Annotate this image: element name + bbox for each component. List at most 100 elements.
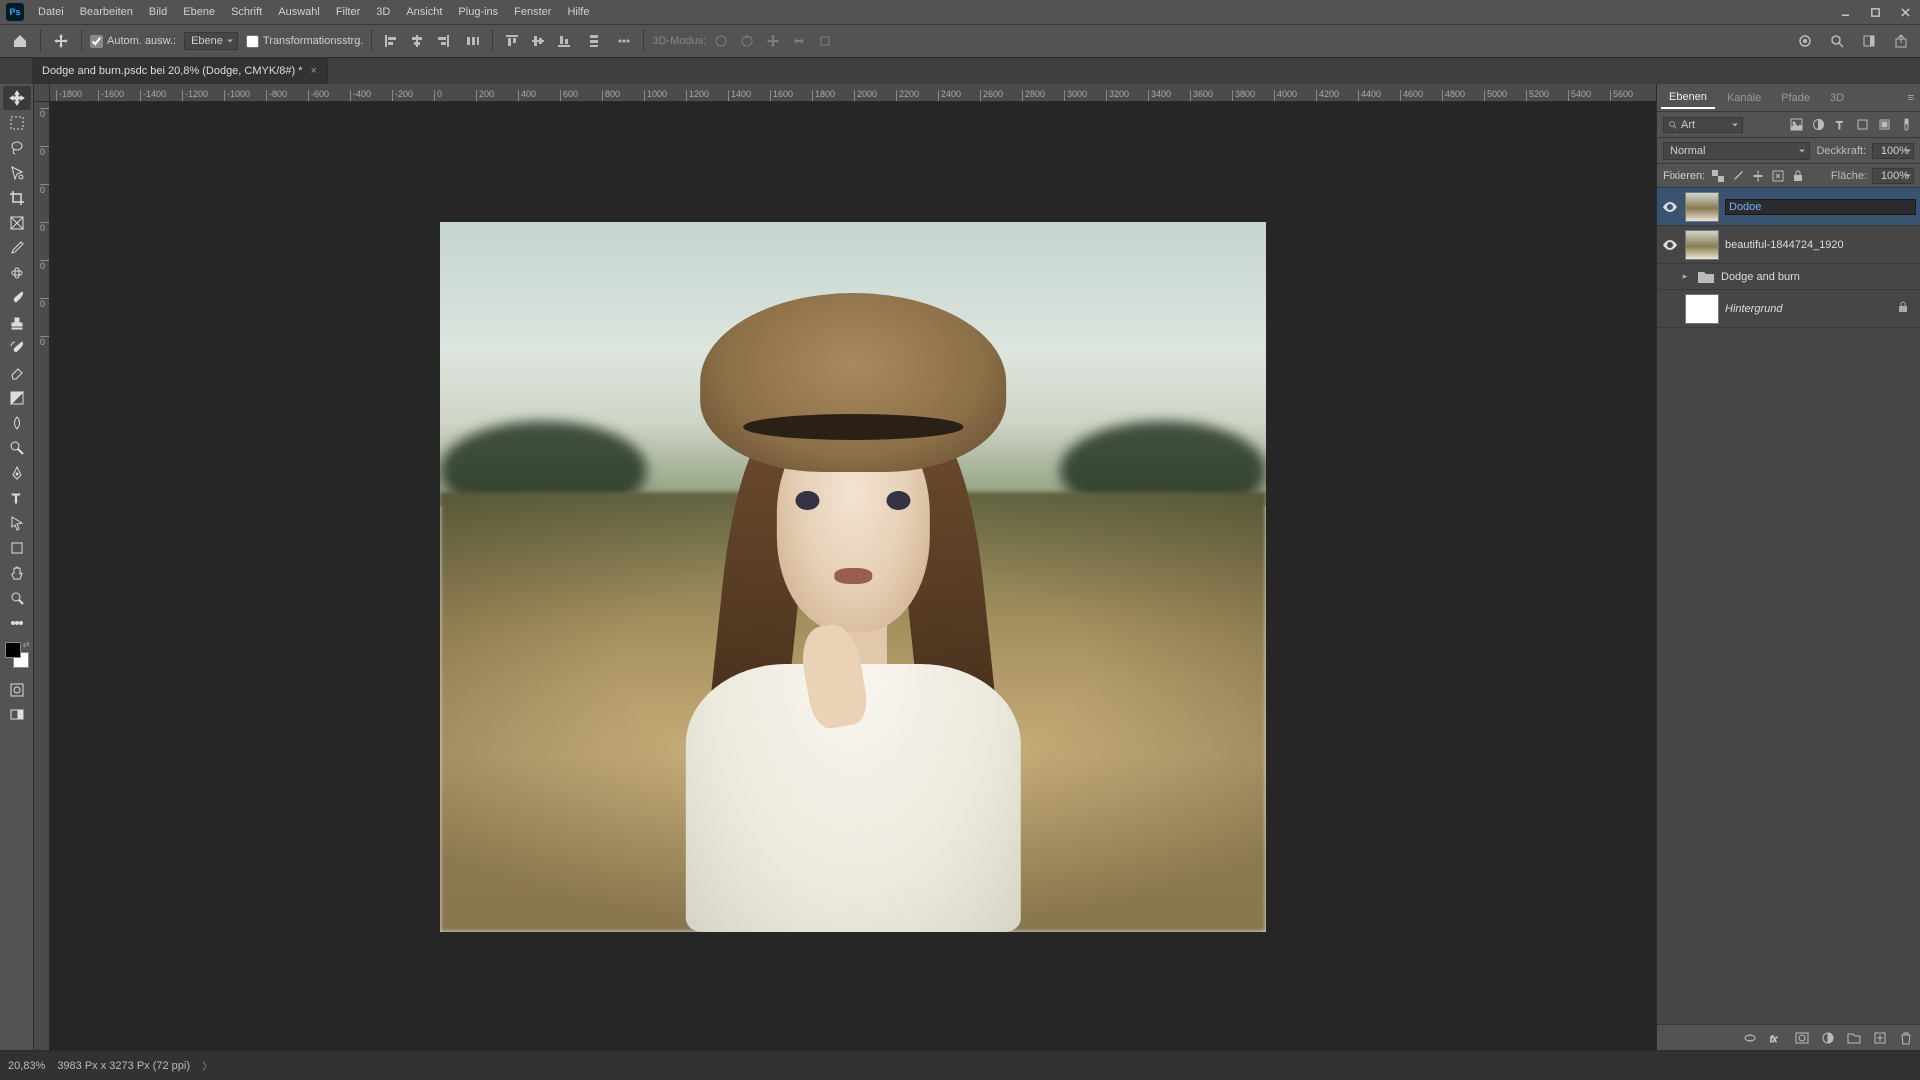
hand-tool[interactable] xyxy=(3,561,31,585)
layer-row-dodge[interactable] xyxy=(1657,188,1920,226)
layer-filter-type-dropdown[interactable]: Art xyxy=(1663,117,1743,133)
type-tool[interactable]: T xyxy=(3,486,31,510)
menu-filter[interactable]: Filter xyxy=(328,0,368,24)
blur-tool[interactable] xyxy=(3,411,31,435)
home-button[interactable] xyxy=(8,29,32,53)
tab-pfade[interactable]: Pfade xyxy=(1773,88,1818,108)
align-left-icon[interactable] xyxy=(380,30,402,52)
quickmask-tool[interactable] xyxy=(3,678,31,702)
menu-hilfe[interactable]: Hilfe xyxy=(559,0,597,24)
crop-tool[interactable] xyxy=(3,186,31,210)
eyedropper-tool[interactable] xyxy=(3,236,31,260)
layers-list[interactable]: beautiful-1844724_1920 ▸ Dodge and burn … xyxy=(1657,188,1920,1024)
menu-bearbeiten[interactable]: Bearbeiten xyxy=(72,0,141,24)
filter-toggle-switch[interactable] xyxy=(1898,117,1914,133)
visibility-toggle[interactable] xyxy=(1661,236,1679,254)
blend-mode-dropdown[interactable]: Normal xyxy=(1663,142,1810,160)
align-center-v-icon[interactable] xyxy=(527,30,549,52)
add-mask-icon[interactable] xyxy=(1794,1030,1810,1046)
shape-tool[interactable] xyxy=(3,536,31,560)
document-tab[interactable]: Dodge and burn.psdc bei 20,8% (Dodge, CM… xyxy=(32,58,328,84)
align-top-icon[interactable] xyxy=(501,30,523,52)
menu-plugins[interactable]: Plug-ins xyxy=(450,0,506,24)
swap-colors-icon[interactable]: ⇄ xyxy=(23,640,30,649)
menu-bild[interactable]: Bild xyxy=(141,0,175,24)
layer-name[interactable]: Hintergrund xyxy=(1725,303,1898,315)
align-right-icon[interactable] xyxy=(432,30,454,52)
new-layer-icon[interactable] xyxy=(1872,1030,1888,1046)
layer-row-hintergrund[interactable]: Hintergrund xyxy=(1657,290,1920,328)
frame-tool[interactable] xyxy=(3,211,31,235)
layer-row-group-dodgeburn[interactable]: ▸ Dodge and burn xyxy=(1657,264,1920,290)
status-more-icon[interactable]: 〉 xyxy=(202,1058,213,1074)
delete-layer-icon[interactable] xyxy=(1898,1030,1914,1046)
distribute-h-icon[interactable] xyxy=(462,30,484,52)
pen-tool[interactable] xyxy=(3,461,31,485)
eraser-tool[interactable] xyxy=(3,361,31,385)
auto-select-target-dropdown[interactable]: Ebene xyxy=(184,32,238,50)
share-icon[interactable] xyxy=(1890,30,1912,52)
visibility-toggle[interactable] xyxy=(1661,198,1679,216)
align-bottom-icon[interactable] xyxy=(553,30,575,52)
brush-tool[interactable] xyxy=(3,286,31,310)
foreground-color[interactable] xyxy=(5,642,21,658)
menu-datei[interactable]: Datei xyxy=(30,0,72,24)
layer-thumbnail[interactable] xyxy=(1685,192,1719,222)
window-maximize[interactable] xyxy=(1860,0,1890,24)
filter-smart-icon[interactable] xyxy=(1876,117,1892,133)
adjustment-layer-icon[interactable] xyxy=(1820,1030,1836,1046)
menu-fenster[interactable]: Fenster xyxy=(506,0,559,24)
opacity-value[interactable]: 100% xyxy=(1872,143,1914,159)
artboard[interactable] xyxy=(440,222,1266,932)
tab-kanaele[interactable]: Kanäle xyxy=(1719,88,1769,108)
layer-name-input[interactable] xyxy=(1725,199,1916,215)
window-close[interactable] xyxy=(1890,0,1920,24)
filter-pixel-icon[interactable] xyxy=(1788,117,1804,133)
move-tool[interactable] xyxy=(3,86,31,110)
close-tab-icon[interactable]: × xyxy=(311,65,317,77)
ruler-origin[interactable] xyxy=(34,84,50,102)
stamp-tool[interactable] xyxy=(3,311,31,335)
dodge-tool[interactable] xyxy=(3,436,31,460)
history-brush-tool[interactable] xyxy=(3,336,31,360)
layer-row-beautiful[interactable]: beautiful-1844724_1920 xyxy=(1657,226,1920,264)
lock-transparency-icon[interactable] xyxy=(1710,168,1725,183)
zoom-level[interactable]: 20,83% xyxy=(8,1060,45,1072)
filter-type-icon[interactable]: T xyxy=(1832,117,1848,133)
lock-all-icon[interactable] xyxy=(1790,168,1805,183)
menu-schrift[interactable]: Schrift xyxy=(223,0,270,24)
color-wells[interactable]: ⇄ xyxy=(3,640,31,670)
menu-ebene[interactable]: Ebene xyxy=(175,0,223,24)
window-minimize[interactable] xyxy=(1830,0,1860,24)
ruler-vertical[interactable]: 0000000 xyxy=(34,102,50,1050)
auto-select-checkbox[interactable]: Autom. ausw.: xyxy=(90,35,176,48)
distribute-v-icon[interactable] xyxy=(583,30,605,52)
cloud-docs-icon[interactable] xyxy=(1794,30,1816,52)
lock-position-icon[interactable] xyxy=(1750,168,1765,183)
canvas[interactable] xyxy=(50,102,1656,1050)
tab-ebenen[interactable]: Ebenen xyxy=(1661,87,1715,109)
transform-controls-checkbox[interactable]: Transformationsstrg. xyxy=(246,35,363,48)
quick-select-tool[interactable] xyxy=(3,161,31,185)
group-disclosure-icon[interactable]: ▸ xyxy=(1679,271,1691,282)
filter-shape-icon[interactable] xyxy=(1854,117,1870,133)
more-align-icon[interactable] xyxy=(613,30,635,52)
lock-artboard-icon[interactable] xyxy=(1770,168,1785,183)
move-tool-indicator[interactable] xyxy=(49,29,73,53)
lasso-tool[interactable] xyxy=(3,136,31,160)
workspace-icon[interactable] xyxy=(1858,30,1880,52)
marquee-tool[interactable] xyxy=(3,111,31,135)
visibility-toggle[interactable] xyxy=(1661,268,1679,286)
layer-name[interactable]: beautiful-1844724_1920 xyxy=(1725,239,1916,251)
doc-dimensions[interactable]: 3983 Px x 3273 Px (72 ppi) xyxy=(57,1060,190,1072)
link-layers-icon[interactable] xyxy=(1742,1030,1758,1046)
filter-adjustment-icon[interactable] xyxy=(1810,117,1826,133)
layer-name[interactable]: Dodge and burn xyxy=(1721,271,1916,283)
new-group-icon[interactable] xyxy=(1846,1030,1862,1046)
search-icon[interactable] xyxy=(1826,30,1848,52)
menu-auswahl[interactable]: Auswahl xyxy=(270,0,328,24)
panel-menu-icon[interactable]: ≡ xyxy=(1902,88,1920,108)
align-center-h-icon[interactable] xyxy=(406,30,428,52)
lock-pixels-icon[interactable] xyxy=(1730,168,1745,183)
zoom-tool[interactable] xyxy=(3,586,31,610)
